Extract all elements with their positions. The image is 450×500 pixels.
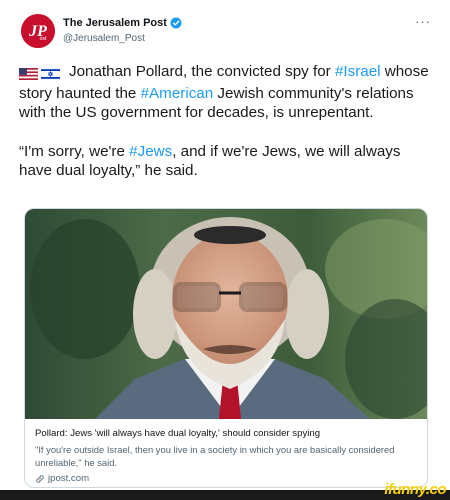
avatar[interactable]: JP ost bbox=[21, 14, 55, 48]
article-photo[interactable] bbox=[25, 209, 428, 419]
account-handle[interactable]: @Jerusalem_Post bbox=[63, 33, 145, 44]
jpost-logo-icon: JP ost bbox=[21, 14, 55, 48]
israel-flag-icon bbox=[41, 67, 60, 80]
hashtag-link[interactable]: #Jews bbox=[129, 143, 172, 160]
verified-badge-icon bbox=[170, 17, 182, 29]
us-flag-icon bbox=[19, 67, 38, 80]
flag-emojis bbox=[19, 64, 63, 84]
watermark-bar bbox=[0, 490, 450, 500]
card-description: "If you're outside Israel, then you live… bbox=[35, 444, 395, 468]
display-name[interactable]: The Jerusalem Post bbox=[63, 17, 167, 29]
tweet-text-segment: “I'm sorry, we're bbox=[19, 142, 130, 160]
card-title[interactable]: Pollard: Jews 'will always have dual loy… bbox=[35, 427, 421, 440]
ifunny-watermark: ifunny.co bbox=[384, 481, 446, 498]
tweet-header: JP ost The Jerusalem Post @Jerusalem_Pos… bbox=[21, 14, 431, 50]
card-domain-text: jpost.com bbox=[48, 473, 90, 484]
link-icon bbox=[36, 474, 44, 483]
svg-text:ost: ost bbox=[40, 36, 47, 42]
more-options-icon[interactable]: ··· bbox=[415, 14, 431, 29]
hashtag-link[interactable]: #Israel bbox=[335, 63, 381, 80]
tweet-paragraph-2: “I'm sorry, we're #Jews, and if we're Je… bbox=[19, 142, 433, 181]
name-row: The Jerusalem Post bbox=[63, 15, 182, 31]
link-preview-card[interactable]: Pollard: Jews 'will always have dual loy… bbox=[24, 208, 428, 488]
hashtag-link[interactable]: #American bbox=[141, 85, 214, 102]
card-domain[interactable]: jpost.com bbox=[35, 473, 421, 484]
tweet-text: Jonathan Pollard, the convicted spy for … bbox=[19, 62, 433, 181]
tweet-text-segment: Jonathan Pollard, the convicted spy for bbox=[69, 63, 335, 80]
tweet-paragraph-1: Jonathan Pollard, the convicted spy for … bbox=[19, 62, 433, 123]
tweet-card: JP ost The Jerusalem Post @Jerusalem_Pos… bbox=[4, 4, 442, 488]
card-meta: Pollard: Jews 'will always have dual loy… bbox=[35, 427, 421, 484]
